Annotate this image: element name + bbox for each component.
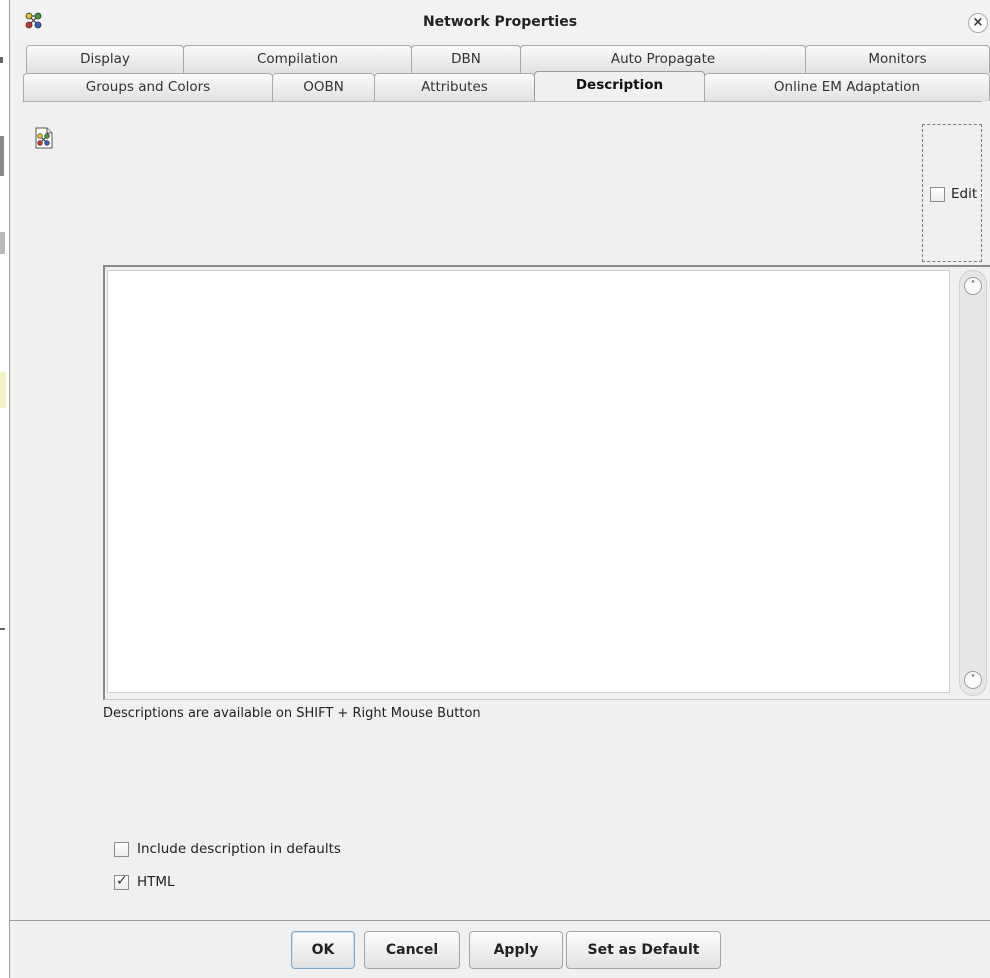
description-editor-frame: ˄ ˅: [103, 265, 990, 700]
tab-auto-propagate[interactable]: Auto Propagate: [520, 45, 806, 73]
include-defaults-checkbox[interactable]: [114, 842, 129, 857]
background-window-fragment: [0, 372, 6, 408]
background-window-fragment: [0, 628, 5, 630]
checkmark-icon: ✓: [116, 873, 128, 889]
dialog-title: Network Properties: [422, 14, 578, 30]
description-textarea[interactable]: [107, 270, 950, 693]
html-label[interactable]: HTML: [137, 874, 175, 890]
background-window-fragment: [0, 232, 5, 254]
cancel-button[interactable]: Cancel: [364, 931, 460, 969]
network-properties-dialog: Network Properties × Display Compilation…: [9, 0, 990, 978]
tab-compilation[interactable]: Compilation: [183, 45, 412, 73]
scroll-up-arrow-icon[interactable]: ˄: [964, 277, 982, 295]
background-window-fragment: [0, 136, 4, 176]
network-document-icon: [35, 127, 53, 149]
ok-button[interactable]: OK: [291, 931, 355, 969]
tab-description[interactable]: Description: [534, 71, 705, 102]
edit-checkbox[interactable]: [930, 187, 945, 202]
tab-online-em-adaptation[interactable]: Online EM Adaptation: [704, 73, 990, 101]
html-checkbox[interactable]: ✓: [114, 873, 129, 890]
apply-button[interactable]: Apply: [469, 931, 563, 969]
set-as-default-button[interactable]: Set as Default: [566, 931, 721, 969]
tab-monitors[interactable]: Monitors: [805, 45, 990, 73]
include-defaults-label[interactable]: Include description in defaults: [137, 841, 341, 857]
background-window-fragment: [0, 57, 3, 63]
close-button[interactable]: ×: [968, 13, 988, 33]
tab-display[interactable]: Display: [26, 45, 184, 73]
edit-label[interactable]: Edit: [951, 186, 977, 202]
button-bar-separator: [10, 920, 990, 921]
tab-oobn[interactable]: OOBN: [272, 73, 375, 101]
description-hint: Descriptions are available on SHIFT + Ri…: [103, 706, 481, 721]
tab-groups-and-colors[interactable]: Groups and Colors: [23, 73, 273, 101]
tab-panel-border: [22, 101, 982, 102]
scroll-down-arrow-icon[interactable]: ˅: [964, 671, 982, 689]
edit-toggle-group: Edit: [922, 124, 982, 262]
tab-dbn[interactable]: DBN: [411, 45, 521, 73]
vertical-scrollbar[interactable]: ˄ ˅: [959, 270, 987, 696]
tab-attributes[interactable]: Attributes: [374, 73, 535, 101]
title-bar[interactable]: Network Properties ×: [10, 0, 990, 42]
